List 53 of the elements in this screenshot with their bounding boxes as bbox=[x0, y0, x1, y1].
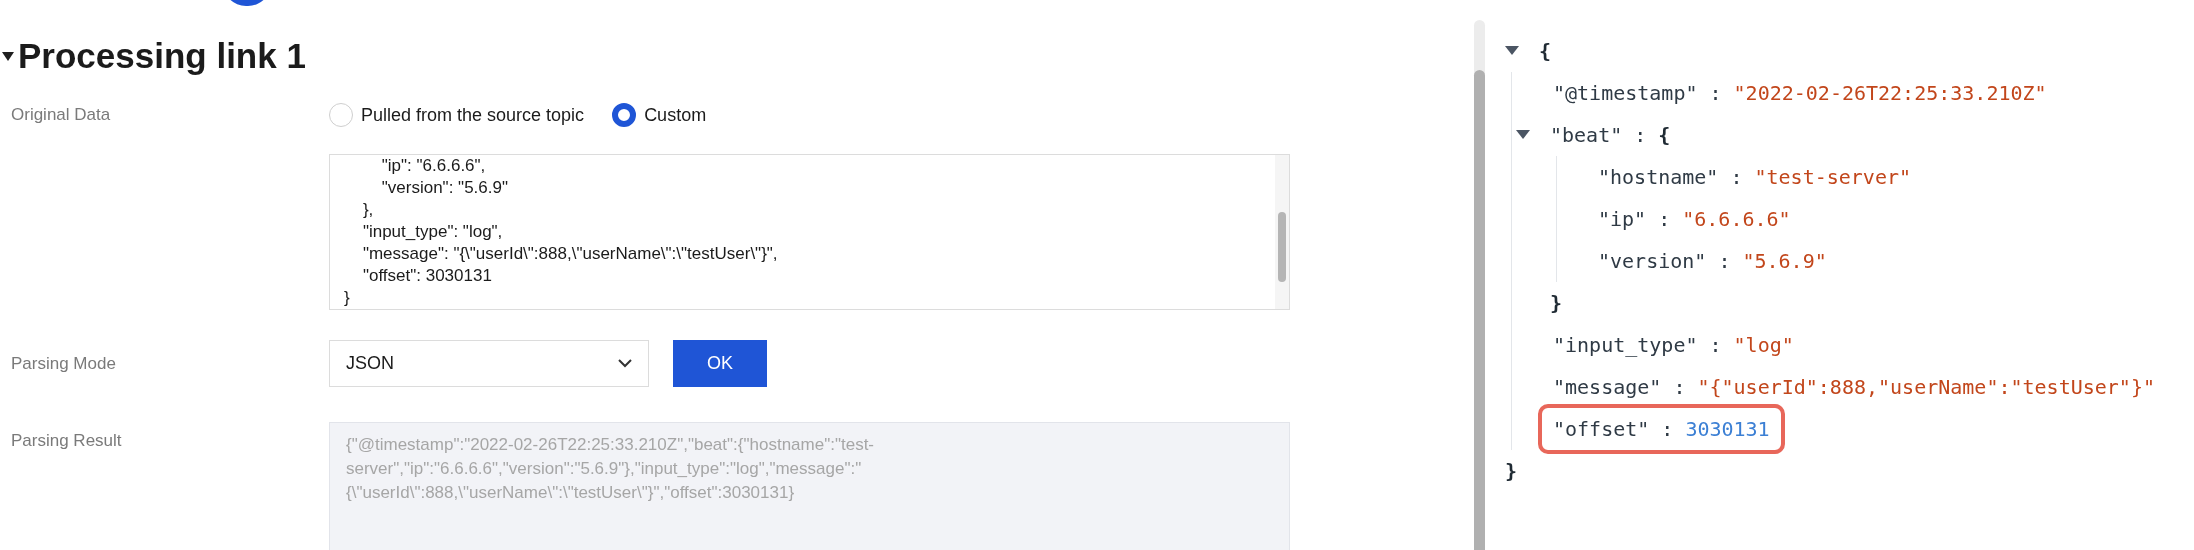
result-line: server","ip":"6.6.6.6","version":"5.6.9"},"input_type":"log","message":" bbox=[346, 458, 862, 480]
caret-icon[interactable] bbox=[1505, 46, 1519, 56]
json-value: "5.6.9" bbox=[1742, 248, 1827, 275]
close-brace: } bbox=[1505, 458, 1518, 485]
json-key: "message" bbox=[1553, 372, 1662, 402]
json-key: "ip" bbox=[1598, 204, 1647, 234]
json-value: "2022-02-26T22:25:33.210Z" bbox=[1733, 80, 2047, 107]
open-brace: { bbox=[1658, 122, 1671, 149]
code-line: }, bbox=[361, 199, 374, 221]
code-line: "offset": 3030131 bbox=[361, 265, 492, 287]
scrollbar-thumb[interactable] bbox=[1278, 212, 1286, 282]
result-line: {\"userId\":888,\"userName\":\"testUser\"}","offset":3030131} bbox=[346, 482, 795, 504]
chevron-down-icon bbox=[618, 359, 632, 368]
field-label: Parsing Result bbox=[10, 430, 123, 452]
close-brace: } bbox=[1550, 290, 1563, 317]
open-brace: { bbox=[1539, 38, 1552, 65]
colon: : bbox=[1634, 122, 1647, 149]
json-key: "input_type" bbox=[1553, 330, 1698, 360]
json-key: "beat" bbox=[1550, 120, 1623, 150]
json-key: "@timestamp" bbox=[1553, 78, 1698, 108]
json-value: 3030131 bbox=[1685, 416, 1770, 443]
scrollbar-track[interactable] bbox=[1473, 20, 1485, 550]
json-value: "6.6.6.6" bbox=[1682, 206, 1791, 233]
json-value: "log" bbox=[1733, 332, 1794, 359]
field-label: Parsing Mode bbox=[10, 352, 117, 375]
code-line: } bbox=[344, 287, 350, 309]
json-key: "hostname" bbox=[1598, 162, 1719, 192]
select-dropdown[interactable]: JSON bbox=[329, 340, 649, 387]
code-line: "version": "5.6.9" bbox=[380, 177, 508, 199]
radio-label[interactable]: Pulled from the source topic bbox=[361, 101, 585, 129]
ok-button[interactable]: OK bbox=[673, 340, 767, 387]
json-value: "{"userId":888,"userName":"testUser"}" bbox=[1697, 374, 2155, 401]
colon: : bbox=[1673, 374, 1686, 401]
result-line: {"@timestamp":"2022-02-26T22:25:33.210Z","beat":{"hostname":"test- bbox=[346, 434, 875, 456]
input-field[interactable]: "ip": "6.6.6.6", "version": "5.6.9" }, "input_type": "log", "message": "{\"userId\":888,\"userName\":\"testUser\"}", "offset": 3030131 } bbox=[329, 154, 1290, 310]
colon: : bbox=[1709, 332, 1722, 359]
colon: : bbox=[1658, 206, 1671, 233]
caret-icon[interactable] bbox=[2, 51, 14, 61]
section-title: Processing link 1 bbox=[18, 34, 306, 77]
json-value: "test-server" bbox=[1754, 164, 1911, 191]
field-label: Original Data bbox=[10, 104, 112, 127]
code-line: "message": "{\"userId\":888,\"userName\":\"testUser\"}", bbox=[361, 243, 778, 265]
radio-label[interactable]: Custom bbox=[644, 101, 707, 129]
colon: : bbox=[1661, 416, 1674, 443]
radio-button[interactable] bbox=[612, 103, 637, 127]
colon: : bbox=[1709, 80, 1722, 107]
json-key: "version" bbox=[1598, 246, 1707, 276]
colon: : bbox=[1730, 164, 1743, 191]
code-line: "input_type": "log", bbox=[361, 221, 503, 243]
caret-icon[interactable] bbox=[1516, 130, 1530, 140]
code-line: "ip": "6.6.6.6", bbox=[380, 155, 486, 177]
json-key: "offset" bbox=[1553, 414, 1650, 444]
colon: : bbox=[1718, 248, 1731, 275]
